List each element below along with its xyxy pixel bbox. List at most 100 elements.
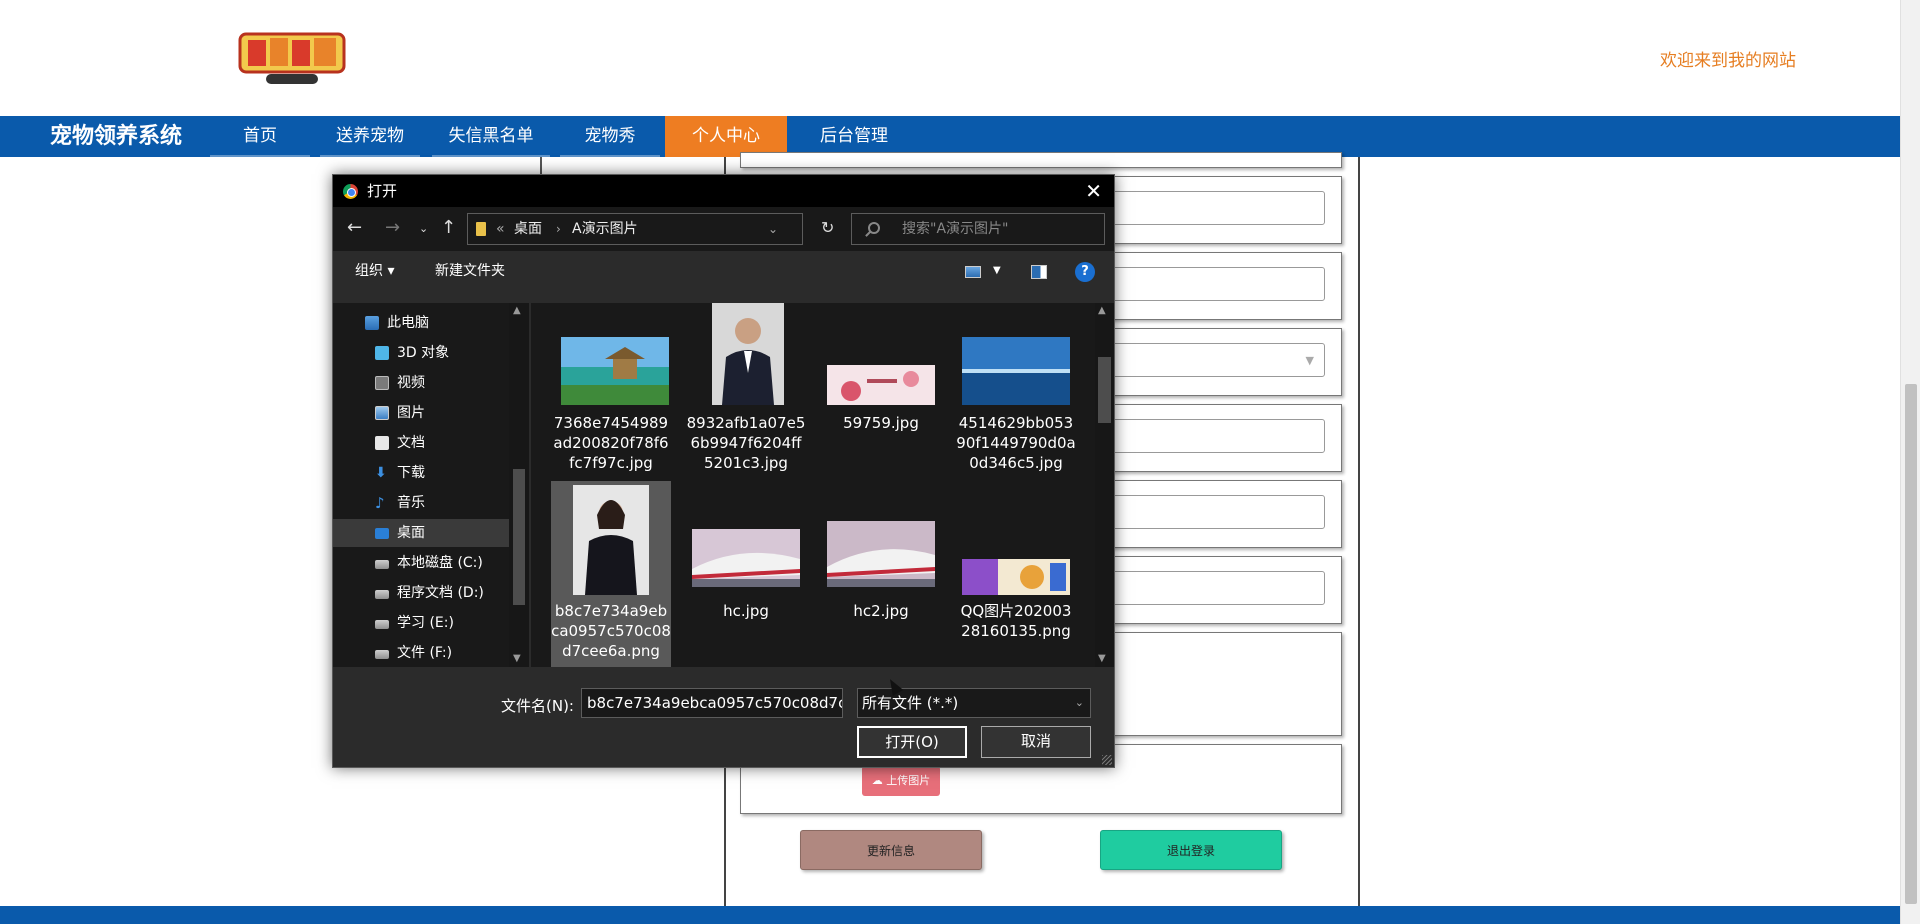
nav-admin[interactable]: 后台管理 bbox=[800, 116, 908, 157]
tree-item-desktop[interactable]: 桌面 bbox=[333, 519, 509, 547]
file-item[interactable]: hc2.jpg bbox=[821, 481, 941, 665]
address-overflow[interactable]: « bbox=[496, 214, 505, 244]
screen: 欢迎来到我的网站 宠物领养系统 首页 送养宠物 失信黑名单 宠物秀 个人中心 后… bbox=[0, 0, 1920, 924]
drive-icon bbox=[375, 560, 389, 569]
site-header: 欢迎来到我的网站 bbox=[0, 0, 1900, 116]
site-logo[interactable] bbox=[236, 28, 348, 88]
scroll-up-icon[interactable]: ▲ bbox=[1098, 305, 1106, 316]
tree-item-documents[interactable]: 文档 bbox=[333, 429, 509, 457]
preview-pane-icon[interactable] bbox=[1031, 265, 1047, 279]
folder-icon bbox=[476, 222, 486, 236]
address-dropdown-icon[interactable]: ⌄ bbox=[768, 214, 778, 244]
scroll-down-icon[interactable]: ▼ bbox=[1098, 653, 1106, 664]
forward-arrow-icon[interactable]: → bbox=[385, 217, 400, 239]
file-item[interactable]: hc.jpg bbox=[686, 481, 806, 665]
filename-input[interactable]: b8c7e734a9ebca0957c570c08d7cee6a.png ⌄ bbox=[581, 688, 843, 718]
resize-grip-icon[interactable] bbox=[1102, 755, 1112, 765]
pc-icon bbox=[365, 316, 379, 330]
file-item[interactable]: 4514629bb05390f1449790d0a0d346c5.jpg bbox=[956, 303, 1076, 479]
download-icon: ⬇ bbox=[375, 465, 387, 481]
file-item-selected[interactable]: b8c7e734a9ebca0957c570c08d7cee6a.png bbox=[551, 481, 671, 667]
tree-item-drive-f[interactable]: 文件 (F:) bbox=[333, 639, 509, 667]
chevron-down-icon[interactable]: ⌄ bbox=[827, 689, 836, 717]
file-name: hc.jpg bbox=[723, 602, 769, 620]
file-type-value: 所有文件 (*.*) bbox=[862, 694, 959, 712]
breadcrumb-current-folder[interactable]: A演示图片 bbox=[572, 214, 638, 244]
file-name: b8c7e734a9ebca0957c570c08d7cee6a.png bbox=[551, 602, 671, 660]
file-list-scrollbar-thumb[interactable] bbox=[1098, 357, 1111, 423]
poster-thumb bbox=[962, 559, 1070, 595]
view-options-chevron-icon[interactable]: ▼ bbox=[993, 251, 1001, 291]
page-scrollbar[interactable] bbox=[1900, 0, 1920, 924]
nav-rehome-pet[interactable]: 送养宠物 bbox=[320, 116, 420, 157]
cancel-button[interactable]: 取消 bbox=[981, 726, 1091, 758]
upload-image-button[interactable]: ☁ 上传图片 bbox=[862, 766, 940, 796]
file-name: 4514629bb05390f1449790d0a0d346c5.jpg bbox=[956, 414, 1076, 472]
landscape-thumb bbox=[561, 337, 669, 405]
desktop-icon bbox=[375, 528, 389, 539]
file-item[interactable]: 7368e7454989ad200820f78f6fc7f97c.jpg bbox=[551, 303, 671, 479]
file-item[interactable]: 59759.jpg bbox=[821, 303, 941, 479]
tree-item-drive-d[interactable]: 程序文档 (D:) bbox=[333, 579, 509, 607]
drive-icon bbox=[375, 590, 389, 599]
cube-icon bbox=[375, 346, 389, 360]
drive-icon bbox=[375, 620, 389, 629]
form-row bbox=[740, 152, 1342, 168]
change-view-icon[interactable] bbox=[965, 266, 981, 278]
train-thumb bbox=[692, 529, 800, 587]
breadcrumb-separator-icon[interactable]: › bbox=[556, 214, 561, 244]
close-icon[interactable]: ✕ bbox=[1085, 175, 1102, 207]
file-list-scrollbar[interactable]: ▲ ▼ bbox=[1095, 303, 1114, 667]
logout-button[interactable]: 退出登录 bbox=[1100, 830, 1282, 870]
chrome-icon bbox=[343, 184, 358, 199]
tree-item-music[interactable]: ♪ 音乐 bbox=[333, 489, 509, 517]
nav-blacklist[interactable]: 失信黑名单 bbox=[432, 116, 550, 157]
file-name: 8932afb1a07e56b9947f6204ff5201c3.jpg bbox=[686, 414, 806, 472]
page-scrollbar-thumb[interactable] bbox=[1905, 384, 1917, 904]
breadcrumb-desktop[interactable]: 桌面 bbox=[514, 214, 542, 244]
refresh-icon[interactable]: ↻ bbox=[821, 217, 834, 239]
documents-icon bbox=[375, 436, 389, 450]
navigation-scrollbar[interactable]: ▲ ▼ bbox=[509, 303, 529, 667]
nav-pet-show[interactable]: 宠物秀 bbox=[560, 116, 660, 157]
music-icon: ♪ bbox=[375, 494, 385, 512]
navigation-scrollbar-thumb[interactable] bbox=[513, 469, 525, 605]
scroll-down-icon[interactable]: ▼ bbox=[513, 653, 521, 664]
tree-item-pictures[interactable]: 图片 bbox=[333, 399, 509, 427]
nav-home[interactable]: 首页 bbox=[210, 116, 310, 157]
tree-item-drive-c[interactable]: 本地磁盘 (C:) bbox=[333, 549, 509, 577]
main-navbar: 宠物领养系统 首页 送养宠物 失信黑名单 宠物秀 个人中心 后台管理 bbox=[0, 116, 1900, 157]
footer-bar bbox=[0, 906, 1900, 924]
tree-item-3d-objects[interactable]: 3D 对象 bbox=[333, 339, 509, 367]
organize-menu[interactable]: 组织 ▾ bbox=[355, 251, 394, 291]
recent-locations-chevron-icon[interactable]: ⌄ bbox=[419, 218, 428, 240]
file-item[interactable]: QQ图片20200328160135.png bbox=[956, 481, 1076, 665]
address-row: ← → ⌄ ↑ « 桌面 › A演示图片 ⌄ ↻ 搜索"A演示图片" bbox=[333, 207, 1114, 251]
scroll-up-icon[interactable]: ▲ bbox=[513, 305, 521, 316]
search-placeholder: 搜索"A演示图片" bbox=[902, 221, 1009, 237]
search-icon bbox=[868, 222, 880, 234]
open-button[interactable]: 打开(O) bbox=[857, 726, 967, 758]
file-name: 59759.jpg bbox=[843, 414, 919, 432]
chevron-down-icon[interactable]: ⌄ bbox=[1075, 689, 1084, 717]
address-bar[interactable]: « 桌面 › A演示图片 ⌄ bbox=[467, 213, 803, 245]
nav-personal-center[interactable]: 个人中心 bbox=[665, 116, 787, 157]
tree-item-drive-e[interactable]: 学习 (E:) bbox=[333, 609, 509, 637]
update-info-button[interactable]: 更新信息 bbox=[800, 830, 982, 870]
tree-item-downloads[interactable]: ⬇ 下载 bbox=[333, 459, 509, 487]
search-input[interactable]: 搜索"A演示图片" bbox=[851, 213, 1105, 245]
up-arrow-icon[interactable]: ↑ bbox=[441, 217, 456, 239]
back-arrow-icon[interactable]: ← bbox=[347, 217, 362, 239]
brand-title[interactable]: 宠物领养系统 bbox=[50, 116, 182, 157]
chevron-down-icon: ▼ bbox=[1305, 354, 1314, 367]
dialog-titlebar[interactable]: 打开 ✕ bbox=[333, 175, 1114, 207]
banner-thumb bbox=[827, 365, 935, 405]
tree-item-videos[interactable]: 视频 bbox=[333, 369, 509, 397]
help-icon[interactable]: ? bbox=[1075, 262, 1095, 282]
video-icon bbox=[375, 376, 389, 390]
file-item[interactable]: 8932afb1a07e56b9947f6204ff5201c3.jpg bbox=[686, 303, 806, 479]
filename-label: 文件名(N): bbox=[501, 697, 574, 715]
dialog-toolbar: 组织 ▾ 新建文件夹 ▼ ? bbox=[333, 251, 1114, 291]
new-folder-button[interactable]: 新建文件夹 bbox=[435, 251, 505, 291]
tree-item-this-pc[interactable]: 此电脑 bbox=[333, 309, 509, 337]
